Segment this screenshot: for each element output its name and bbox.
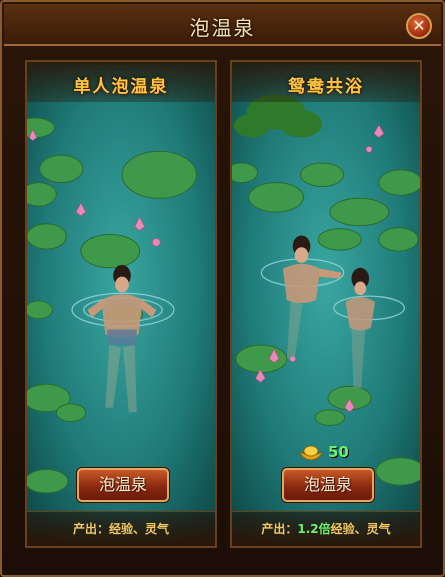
gold-ingot-icon [299, 445, 323, 461]
couple-bath-button[interactable]: 泡温泉 [282, 468, 374, 502]
single-bath-panel: 单人泡温泉 泡温泉 产出：经验、灵气 [25, 60, 217, 548]
single-bath-output: 产出：经验、灵气 [27, 511, 215, 546]
hot-spring-window: 泡温泉 ✕ 单人泡温泉 泡温泉 产出：经验、灵气 鸳鸯共浴 50 泡温泉 产出：… [0, 0, 445, 577]
couple-bath-panel: 鸳鸯共浴 50 泡温泉 产出：1.2倍经验、灵气 [230, 60, 422, 548]
output-prefix: 产出： [261, 522, 298, 536]
output-text: 经验、灵气 [109, 522, 170, 536]
single-bath-title: 单人泡温泉 [73, 77, 169, 97]
output-multiplier: 1.2倍 [297, 522, 331, 536]
cost-amount: 50 [328, 443, 349, 461]
couple-bath-title-bar: 鸳鸯共浴 [232, 62, 420, 102]
window-title: 泡温泉 [189, 16, 256, 40]
output-prefix: 产出： [72, 522, 109, 536]
couple-bath-output: 产出：1.2倍经验、灵气 [232, 511, 420, 546]
couple-bath-title: 鸳鸯共浴 [288, 77, 364, 97]
close-icon[interactable]: ✕ [406, 13, 432, 39]
single-bath-title-bar: 单人泡温泉 [27, 62, 215, 102]
output-text: 经验、灵气 [330, 522, 391, 536]
title-bar: 泡温泉 ✕ [4, 4, 441, 46]
single-bath-button[interactable]: 泡温泉 [77, 468, 169, 502]
